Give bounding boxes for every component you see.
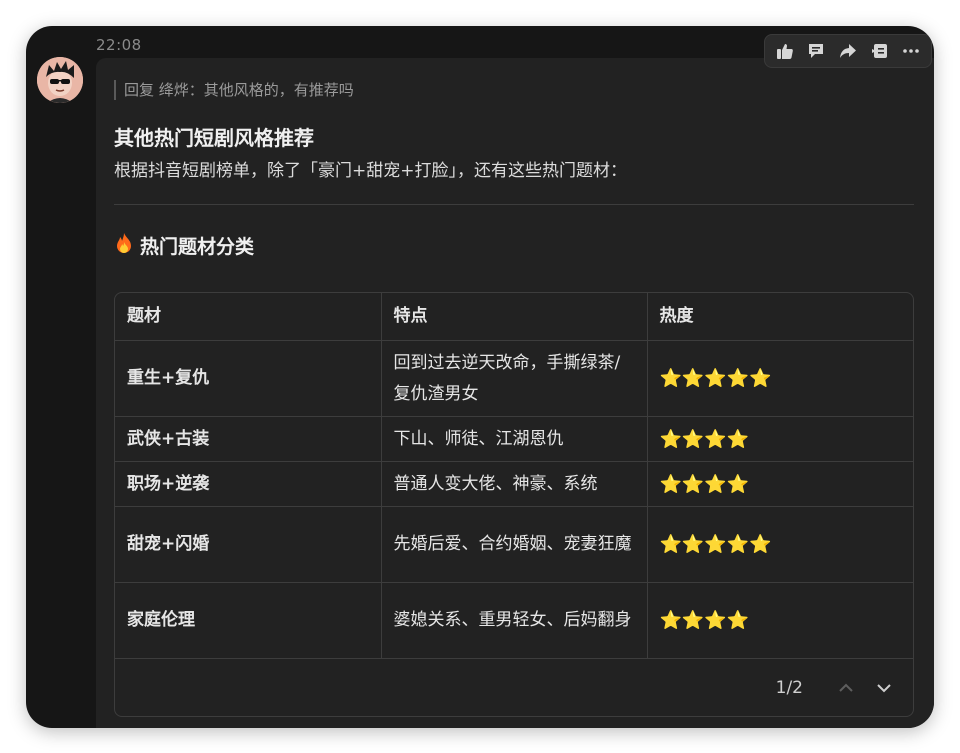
table-header-cell: 特点 — [381, 293, 648, 341]
page-indicator: 1/2 — [775, 678, 803, 698]
heat-rating: ⭐⭐⭐⭐ — [647, 461, 913, 507]
chat-window: 22:08 回复 绛烨：其他风格的，有推荐吗 其他热门短剧风格推荐 根据抖音短剧… — [26, 26, 934, 728]
feature-cell: 婆媳关系、重男轻女、后妈翻身 — [381, 582, 648, 659]
fire-icon — [114, 232, 134, 259]
reference-icon[interactable] — [866, 37, 894, 65]
message-subtitle: 根据抖音短剧榜单，除了「豪门+甜宠+打脸」，还有这些热门题材： — [114, 161, 627, 181]
comment-icon[interactable] — [802, 37, 830, 65]
feature-cell: 普通人变大佬、神豪、系统 — [381, 461, 648, 507]
heat-rating: ⭐⭐⭐⭐⭐ — [647, 340, 913, 417]
message-title: 其他热门短剧风格推荐 — [114, 126, 314, 150]
topic-cell: 职场+逆袭 — [115, 461, 382, 507]
table-row: 甜宠+闪婚 先婚后爱、合约婚姻、宠妻狂魔 ⭐⭐⭐⭐⭐ — [115, 506, 913, 583]
table-header-cell: 热度 — [647, 293, 913, 341]
table-header-cell: 题材 — [115, 293, 382, 341]
table-row: 职场+逆袭 普通人变大佬、神豪、系统 ⭐⭐⭐⭐ — [115, 461, 913, 507]
topic-cell: 武侠+古装 — [115, 416, 382, 462]
feature-cell: 回到过去逆天改命，手撕绿茶/复仇渣男女 — [381, 340, 648, 417]
topic-table: 题材 特点 热度 重生+复仇 回到过去逆天改命，手撕绿茶/复仇渣男女 ⭐⭐⭐⭐⭐… — [114, 292, 914, 717]
reply-quote[interactable]: 回复 绛烨：其他风格的，有推荐吗 — [114, 80, 354, 100]
feature-cell: 先婚后爱、合约婚姻、宠妻狂魔 — [381, 506, 648, 583]
thumbs-up-icon[interactable] — [771, 37, 799, 65]
chevron-up-icon[interactable] — [831, 673, 861, 703]
divider — [114, 204, 914, 205]
avatar[interactable] — [37, 57, 83, 103]
feature-cell: 下山、师徒、江湖恩仇 — [381, 416, 648, 462]
message-bubble: 回复 绛烨：其他风格的，有推荐吗 其他热门短剧风格推荐 根据抖音短剧榜单，除了「… — [96, 58, 934, 728]
heat-rating: ⭐⭐⭐⭐ — [647, 582, 913, 659]
avatar-image — [37, 57, 83, 103]
heat-rating: ⭐⭐⭐⭐ — [647, 416, 913, 462]
topic-cell: 甜宠+闪婚 — [115, 506, 382, 583]
message-action-toolbar — [764, 34, 932, 68]
table-row: 重生+复仇 回到过去逆天改命，手撕绿茶/复仇渣男女 ⭐⭐⭐⭐⭐ — [115, 340, 913, 417]
table-row: 武侠+古装 下山、师徒、江湖恩仇 ⭐⭐⭐⭐ — [115, 416, 913, 462]
topic-cell: 重生+复仇 — [115, 340, 382, 417]
table-pagination: 1/2 — [115, 660, 913, 716]
message-timestamp: 22:08 — [96, 36, 142, 54]
chevron-down-icon[interactable] — [869, 673, 899, 703]
table-row: 家庭伦理 婆媳关系、重男轻女、后妈翻身 ⭐⭐⭐⭐ — [115, 582, 913, 659]
section-title: 热门题材分类 — [140, 236, 255, 258]
section-heading: 热门题材分类 — [114, 232, 254, 259]
topic-cell: 家庭伦理 — [115, 582, 382, 659]
table-header-row: 题材 特点 热度 — [115, 293, 913, 341]
heat-rating: ⭐⭐⭐⭐⭐ — [647, 506, 913, 583]
forward-icon[interactable] — [834, 37, 862, 65]
more-icon[interactable] — [897, 37, 925, 65]
